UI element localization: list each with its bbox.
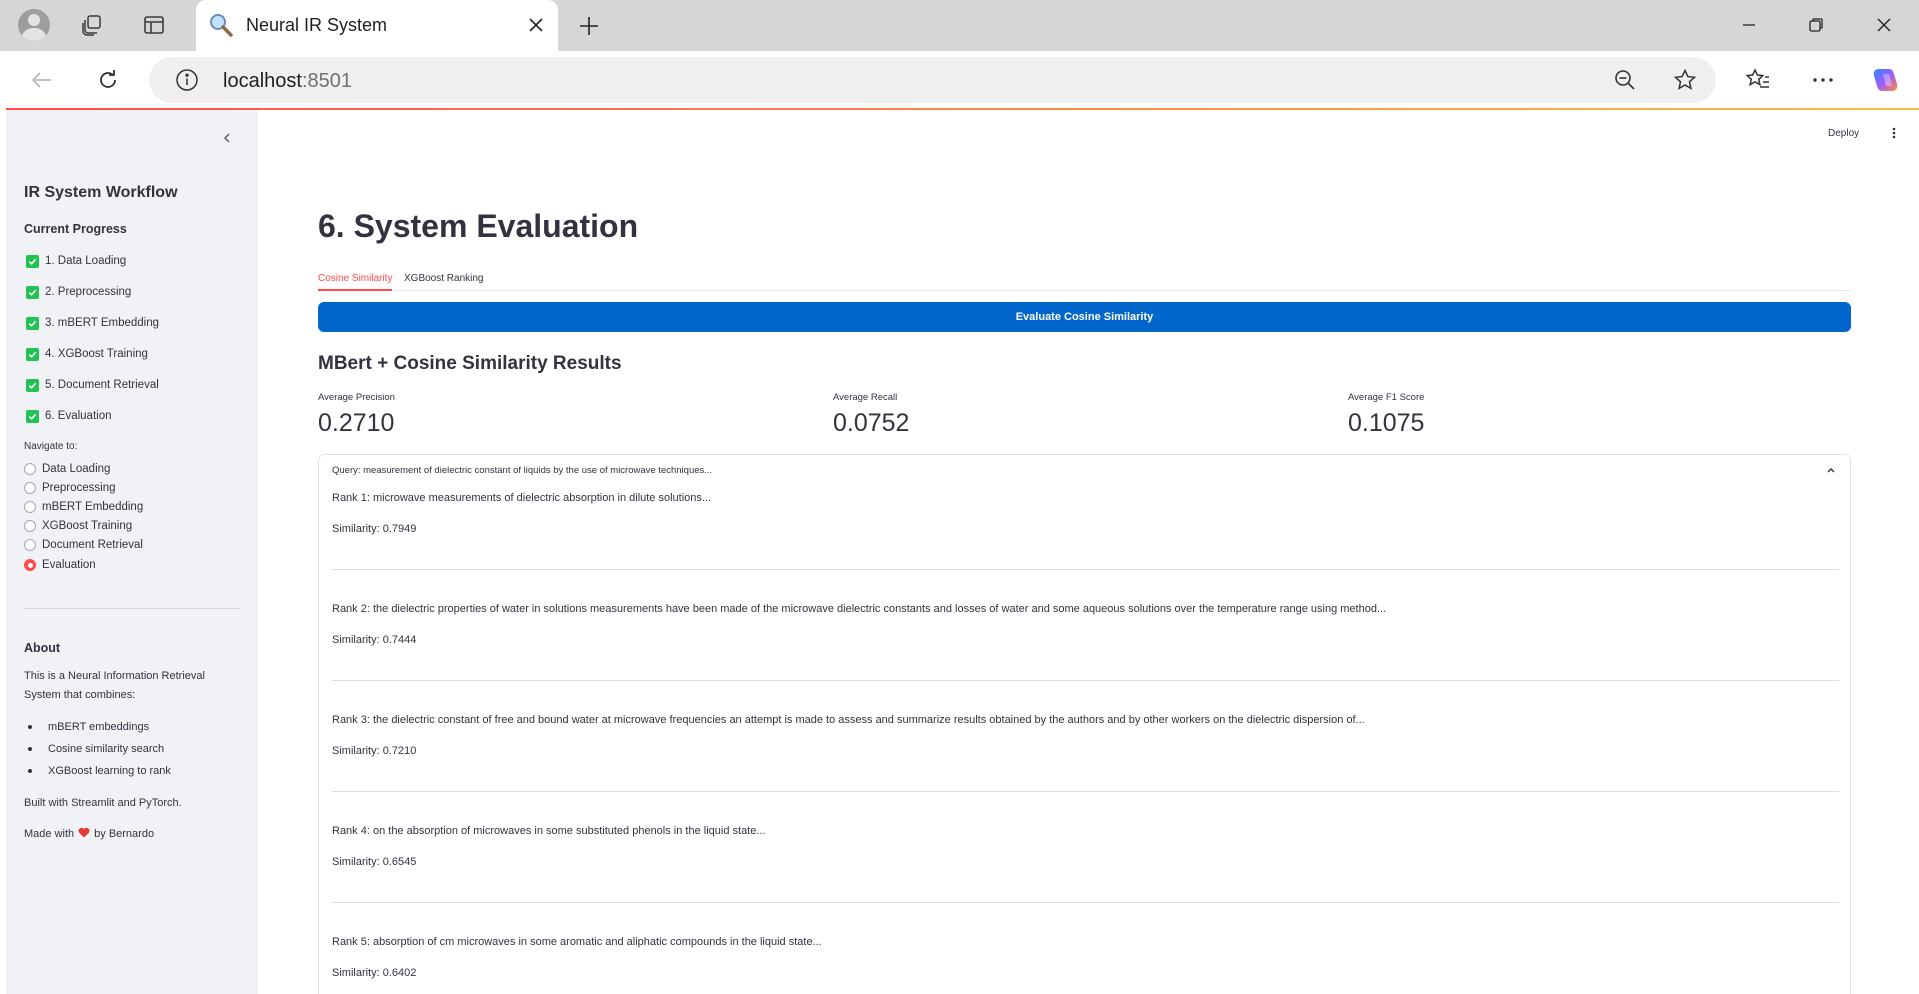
nav-radio-evaluation[interactable]: Evaluation bbox=[24, 557, 96, 573]
result-item: Rank 1: microwave measurements of dielec… bbox=[332, 492, 1839, 570]
result-text: Rank 3: the dielectric constant of free … bbox=[332, 714, 1365, 726]
metric-average-f1-score: Average F1 Score 0.1075 bbox=[1348, 392, 1425, 437]
browser-tab-bar: Neural IR System bbox=[0, 0, 1919, 51]
sidebar: IR System Workflow Current Progress 1. D… bbox=[6, 108, 258, 994]
result-divider bbox=[332, 902, 1839, 903]
progress-item-data-loading: 1. Data Loading bbox=[26, 252, 126, 270]
result-item: Rank 4: on the absorption of microwaves … bbox=[332, 825, 1839, 903]
progress-item-mbert-embedding: 3. mBERT Embedding bbox=[26, 314, 159, 332]
active-tab-indicator bbox=[318, 289, 392, 291]
restore-icon[interactable] bbox=[1793, 8, 1839, 42]
main-content: Deploy 6. System Evaluation Cosine Simil… bbox=[6, 108, 1919, 994]
new-tab-icon[interactable] bbox=[573, 10, 605, 42]
checkbox-checked-icon bbox=[26, 316, 39, 330]
result-divider bbox=[332, 569, 1839, 570]
sidebar-divider bbox=[24, 608, 240, 609]
site-info-icon[interactable] bbox=[173, 66, 201, 94]
result-similarity: Similarity: 0.7949 bbox=[332, 523, 417, 535]
progress-heading: Current Progress bbox=[24, 222, 127, 236]
nav-radio-mbert-embedding[interactable]: mBERT Embedding bbox=[24, 499, 143, 515]
search-icon bbox=[208, 12, 234, 43]
result-item: Rank 3: the dielectric constant of free … bbox=[332, 714, 1839, 792]
result-text: Rank 5: absorption of cm microwaves in s… bbox=[332, 936, 822, 948]
workspaces-icon[interactable] bbox=[74, 8, 110, 42]
browser-tab-title: Neural IR System bbox=[246, 15, 388, 35]
checkbox-checked-icon bbox=[26, 285, 39, 299]
radio-icon[interactable] bbox=[24, 463, 36, 475]
radio-icon[interactable] bbox=[24, 539, 36, 551]
close-window-icon[interactable] bbox=[1861, 8, 1907, 42]
result-divider bbox=[332, 791, 1839, 792]
favorite-star-icon[interactable] bbox=[1671, 66, 1699, 94]
about-bullet: XGBoost learning to rank bbox=[28, 765, 171, 777]
nav-radio-document-retrieval[interactable]: Document Retrieval bbox=[24, 537, 143, 553]
progress-item-xgboost-training: 4. XGBoost Training bbox=[26, 345, 148, 363]
header-decoration-line bbox=[6, 108, 1919, 110]
radio-icon[interactable] bbox=[24, 520, 36, 532]
made-with-text: Made with by Bernardo bbox=[24, 826, 155, 840]
result-similarity: Similarity: 0.7444 bbox=[332, 634, 417, 646]
app-frame: IR System Workflow Current Progress 1. D… bbox=[6, 108, 1919, 994]
more-menu-icon[interactable] bbox=[1805, 62, 1841, 98]
zoom-out-icon[interactable] bbox=[1611, 66, 1639, 94]
browser-toolbar: localhost:8501 bbox=[0, 51, 1919, 108]
collapse-sidebar-icon[interactable] bbox=[215, 126, 239, 150]
radio-icon[interactable] bbox=[24, 482, 36, 494]
result-similarity: Similarity: 0.6545 bbox=[332, 856, 417, 868]
tab-list: Cosine Similarity XGBoost Ranking bbox=[318, 263, 1851, 291]
result-item: Rank 2: the dielectric properties of wat… bbox=[332, 603, 1839, 681]
address-bar[interactable]: localhost:8501 bbox=[149, 57, 1716, 103]
nav-radio-xgboost-training[interactable]: XGBoost Training bbox=[24, 518, 132, 534]
refresh-icon[interactable] bbox=[90, 62, 126, 98]
metric-average-precision: Average Precision 0.2710 bbox=[318, 392, 395, 437]
radio-icon[interactable] bbox=[24, 501, 36, 513]
about-description: This is a Neural Information Retrieval S… bbox=[24, 670, 205, 701]
progress-item-preprocessing: 2. Preprocessing bbox=[26, 283, 131, 301]
result-text: Rank 4: on the absorption of microwaves … bbox=[332, 825, 766, 837]
result-text: Rank 1: microwave measurements of dielec… bbox=[332, 492, 712, 504]
about-bullet: Cosine similarity search bbox=[28, 743, 164, 755]
progress-item-document-retrieval: 5. Document Retrieval bbox=[26, 376, 159, 394]
main-menu-icon[interactable] bbox=[1886, 125, 1902, 141]
back-arrow-icon[interactable] bbox=[24, 62, 60, 98]
browser-tab-active[interactable]: Neural IR System bbox=[196, 0, 558, 51]
page-title: 6. System Evaluation bbox=[318, 208, 639, 244]
url-text[interactable]: localhost:8501 bbox=[223, 70, 352, 93]
chevron-up-icon[interactable] bbox=[1824, 463, 1838, 477]
query-expander-header[interactable]: Query: measurement of dielectric constan… bbox=[332, 465, 712, 476]
result-text: Rank 2: the dielectric properties of wat… bbox=[332, 603, 1387, 615]
favorites-icon[interactable] bbox=[1740, 62, 1776, 98]
radio-selected-icon[interactable] bbox=[24, 559, 36, 571]
about-bullet: mBERT embeddings bbox=[28, 721, 149, 733]
about-heading: About bbox=[24, 641, 61, 655]
result-similarity: Similarity: 0.6402 bbox=[332, 967, 417, 979]
copilot-icon[interactable] bbox=[1868, 62, 1904, 98]
checkbox-checked-icon bbox=[26, 254, 39, 268]
query-expander: Query: measurement of dielectric constan… bbox=[318, 454, 1851, 994]
sidebar-title: IR System Workflow bbox=[24, 184, 178, 201]
deploy-button[interactable]: Deploy bbox=[1828, 128, 1859, 139]
checkbox-checked-icon bbox=[26, 409, 39, 423]
close-tab-icon[interactable] bbox=[524, 13, 548, 37]
progress-item-evaluation: 6. Evaluation bbox=[26, 407, 112, 425]
results-heading: MBert + Cosine Similarity Results bbox=[318, 353, 622, 374]
tab-actions-icon[interactable] bbox=[136, 8, 172, 42]
heart-icon bbox=[78, 826, 90, 838]
tab-xgboost-ranking[interactable]: XGBoost Ranking bbox=[404, 273, 484, 284]
tab-cosine-similarity[interactable]: Cosine Similarity bbox=[318, 273, 392, 284]
profile-avatar-icon[interactable] bbox=[18, 9, 50, 41]
result-divider bbox=[332, 680, 1839, 681]
evaluate-cosine-similarity-button[interactable]: Evaluate Cosine Similarity bbox=[318, 302, 1851, 332]
nav-radio-data-loading[interactable]: Data Loading bbox=[24, 461, 110, 477]
nav-radio-preprocessing[interactable]: Preprocessing bbox=[24, 480, 116, 496]
checkbox-checked-icon bbox=[26, 378, 39, 392]
result-item: Rank 5: absorption of cm microwaves in s… bbox=[332, 936, 1839, 979]
built-with-text: Built with Streamlit and PyTorch. bbox=[24, 797, 182, 809]
minimize-icon[interactable] bbox=[1726, 8, 1772, 42]
result-similarity: Similarity: 0.7210 bbox=[332, 745, 417, 757]
navigate-label: Navigate to: bbox=[24, 441, 78, 452]
checkbox-checked-icon bbox=[26, 347, 39, 361]
metric-average-recall: Average Recall 0.0752 bbox=[833, 392, 910, 437]
